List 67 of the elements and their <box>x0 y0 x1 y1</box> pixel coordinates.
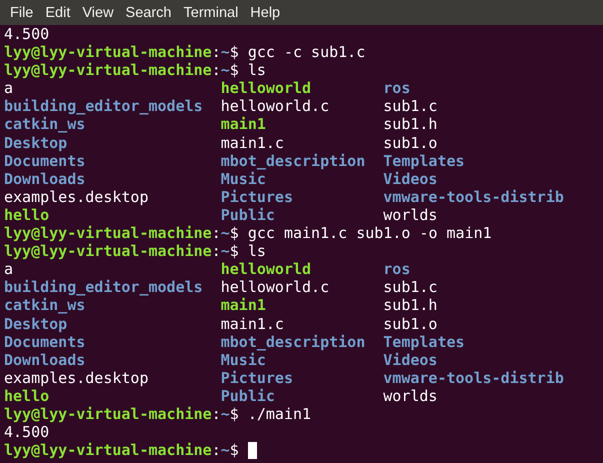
directory-name: ros <box>383 260 410 278</box>
file-name: helloworld.c <box>220 278 330 296</box>
output-text: 4.500 <box>4 25 50 44</box>
shell-prompt: lyy@lyy-virtual-machine:~$ <box>4 43 239 62</box>
directory-name: building_editor_models <box>4 278 203 296</box>
file-name: sub1.c <box>383 97 438 116</box>
directory-name: Public <box>220 206 275 224</box>
output-text: 4.500 <box>4 423 50 442</box>
directory-name: Templates <box>383 152 465 170</box>
directory-name: Templates <box>383 332 465 351</box>
shell-prompt: lyy@lyy-virtual-machine:~$ <box>4 441 239 460</box>
command-text: gcc -c sub1.c <box>248 43 366 62</box>
menu-item[interactable]: View <box>76 2 120 24</box>
file-name: sub1.o <box>383 314 438 332</box>
directory-name: Music <box>220 170 266 188</box>
file-name: main1.c <box>220 134 284 152</box>
directory-name: Desktop <box>4 134 68 152</box>
file-name: helloworld.c <box>220 97 330 116</box>
command-text: ./main1 <box>248 404 312 424</box>
directory-name: Pictures <box>220 188 293 206</box>
menu-item[interactable]: Help <box>244 2 286 24</box>
directory-name: mbot_description <box>220 332 366 351</box>
file-name: examples.desktop <box>4 188 148 206</box>
directory-name: vmware-tools-distrib <box>383 188 564 206</box>
file-name: examples.desktop <box>4 368 148 387</box>
command-text: ls <box>248 242 266 260</box>
directory-name: Documents <box>4 152 86 170</box>
menu-item[interactable]: Edit <box>39 2 76 24</box>
executable-name: helloworld <box>220 260 312 278</box>
file-name: worlds <box>383 206 438 224</box>
directory-name: catkin_ws <box>4 296 86 314</box>
directory-name: Public <box>220 386 275 405</box>
shell-prompt: lyy@lyy-virtual-machine:~$ <box>4 404 239 424</box>
shell-prompt: lyy@lyy-virtual-machine:~$ <box>4 61 239 80</box>
directory-name: Videos <box>383 350 438 369</box>
executable-name: hello <box>4 386 50 405</box>
directory-name: vmware-tools-distrib <box>383 368 564 387</box>
shell-prompt: lyy@lyy-virtual-machine:~$ <box>4 242 239 260</box>
command-text: gcc main1.c sub1.o -o main1 <box>248 224 492 242</box>
file-name: sub1.h <box>383 115 438 134</box>
file-name: main1.c <box>220 314 284 332</box>
directory-name: Pictures <box>220 368 293 387</box>
file-name: worlds <box>383 386 438 405</box>
file-name: sub1.h <box>383 296 438 314</box>
executable-name: main1 <box>220 115 266 134</box>
executable-name: hello <box>4 206 50 224</box>
menu-item[interactable]: Terminal <box>178 2 244 24</box>
directory-name: Videos <box>383 170 438 188</box>
file-name: a <box>4 260 14 278</box>
shell-prompt: lyy@lyy-virtual-machine:~$ <box>4 224 239 242</box>
file-name: a <box>4 79 14 98</box>
directory-name: Music <box>220 350 266 369</box>
directory-name: Downloads <box>4 170 86 188</box>
menu-item[interactable]: File <box>4 2 40 24</box>
file-name: sub1.c <box>383 278 438 296</box>
directory-name: ros <box>383 79 410 98</box>
executable-name: helloworld <box>220 79 312 98</box>
directory-name: Desktop <box>4 314 68 332</box>
directory-name: building_editor_models <box>4 97 203 116</box>
file-name: sub1.o <box>383 134 438 152</box>
command-text: ls <box>248 61 266 80</box>
directory-name: Downloads <box>4 350 86 369</box>
directory-name: catkin_ws <box>4 115 86 134</box>
menu-item[interactable]: Search <box>120 2 178 24</box>
directory-name: mbot_description <box>220 152 366 170</box>
directory-name: Documents <box>4 332 86 351</box>
executable-name: main1 <box>220 296 266 314</box>
